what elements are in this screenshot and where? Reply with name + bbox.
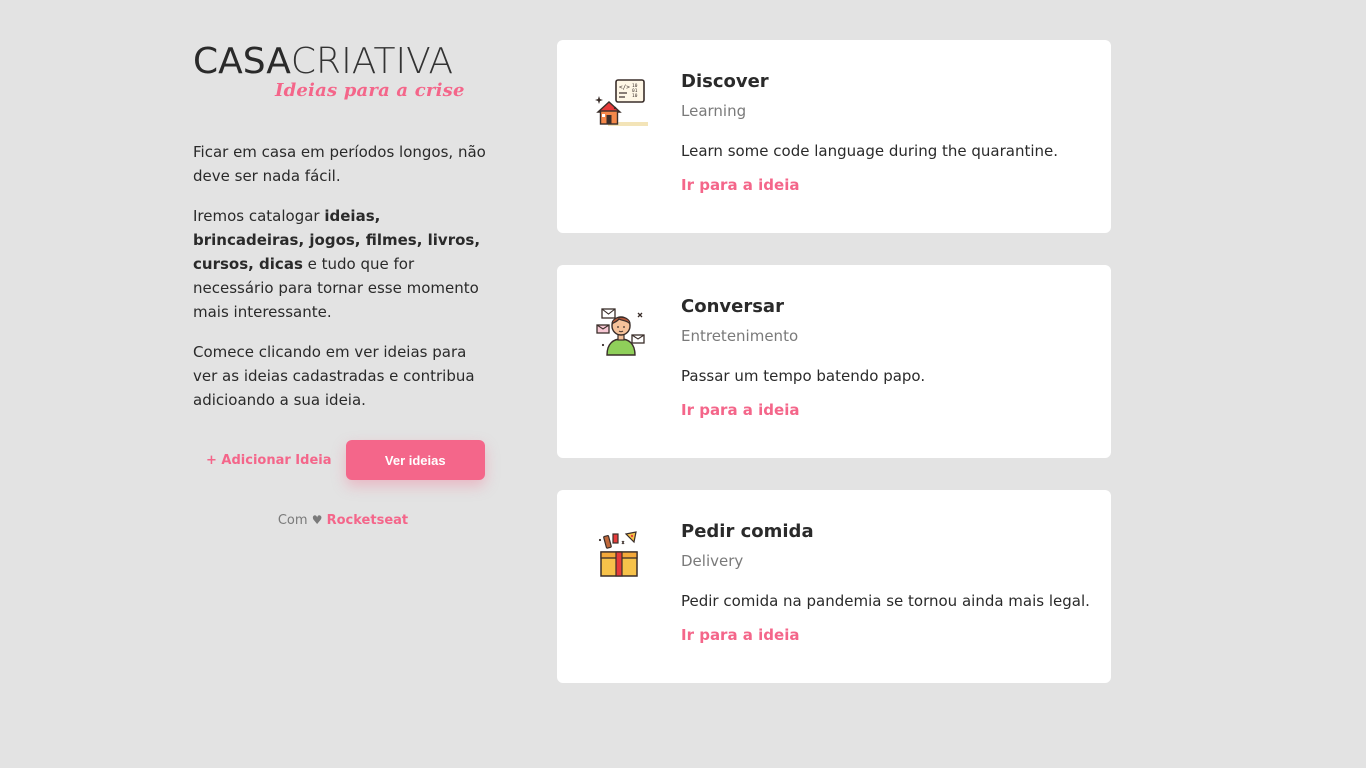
food-delivery-box-icon [594, 528, 648, 582]
svg-text:</>: </> [619, 84, 630, 91]
footer-credit: Com ♥ Rocketseat [193, 513, 493, 528]
intro-paragraph-2: Iremos catalogar ideias, brincadeiras, j… [193, 204, 493, 324]
idea-category: Learning [681, 102, 747, 120]
footer-brand-link[interactable]: Rocketseat [327, 513, 409, 528]
idea-title: Conversar [681, 296, 784, 317]
action-buttons: + Adicionar Ideia Ver ideias [193, 440, 485, 480]
go-to-idea-link[interactable]: Ir para a ideia [681, 626, 799, 644]
idea-card: </> 10 01 10 Discover Learning Learn som… [557, 40, 1111, 233]
intro-p2-start: Iremos catalogar [193, 207, 325, 225]
intro-paragraph-3: Comece clicando em ver ideias para ver a… [193, 343, 475, 409]
footer-prefix: Com [277, 513, 308, 528]
intro-paragraph-1: Ficar em casa em períodos longos, não de… [193, 143, 486, 185]
idea-description: Passar um tempo batendo papo. [681, 367, 926, 385]
add-idea-link[interactable]: + Adicionar Ideia [206, 453, 332, 468]
idea-category: Delivery [681, 552, 744, 570]
go-to-idea-link[interactable]: Ir para a ideia [681, 401, 799, 419]
logo-wordmark: CASACRIATIVA [193, 40, 453, 84]
logo-tagline: Ideias para a crise [275, 80, 465, 101]
idea-card-body: Pedir comida Delivery Pedir comida na pa… [681, 520, 1091, 644]
idea-description: Learn some code language during the quar… [681, 142, 1059, 160]
idea-card: Pedir comida Delivery Pedir comida na pa… [557, 490, 1111, 683]
idea-title: Pedir comida [681, 521, 814, 542]
idea-card: Conversar Entretenimento Passar um tempo… [557, 265, 1111, 458]
idea-card-body: Conversar Entretenimento Passar um tempo… [681, 295, 1091, 419]
intro-text: Ficar em casa em períodos longos, não de… [193, 140, 493, 412]
idea-description: Pedir comida na pandemia se tornou ainda… [681, 592, 1090, 610]
logo: CASACRIATIVA Ideias para a crise [193, 40, 493, 106]
ideas-list: </> 10 01 10 Discover Learning Learn som… [557, 40, 1111, 715]
view-ideas-button[interactable]: Ver ideias [345, 440, 485, 480]
idea-title: Discover [681, 71, 769, 92]
go-to-idea-link[interactable]: Ir para a ideia [681, 176, 799, 194]
svg-text:10: 10 [632, 93, 638, 99]
sidebar: CASACRIATIVA Ideias para a crise Ficar e… [193, 40, 493, 528]
idea-category: Entretenimento [681, 327, 799, 345]
idea-card-body: Discover Learning Learn some code langua… [681, 70, 1091, 194]
heart-icon: ♥ [311, 513, 323, 527]
chat-person-envelopes-icon [594, 303, 648, 357]
learning-house-code-icon: </> 10 01 10 [594, 78, 648, 132]
logo-word-criativa: CRIATIVA [290, 41, 454, 82]
logo-word-casa: CASA [193, 41, 291, 82]
